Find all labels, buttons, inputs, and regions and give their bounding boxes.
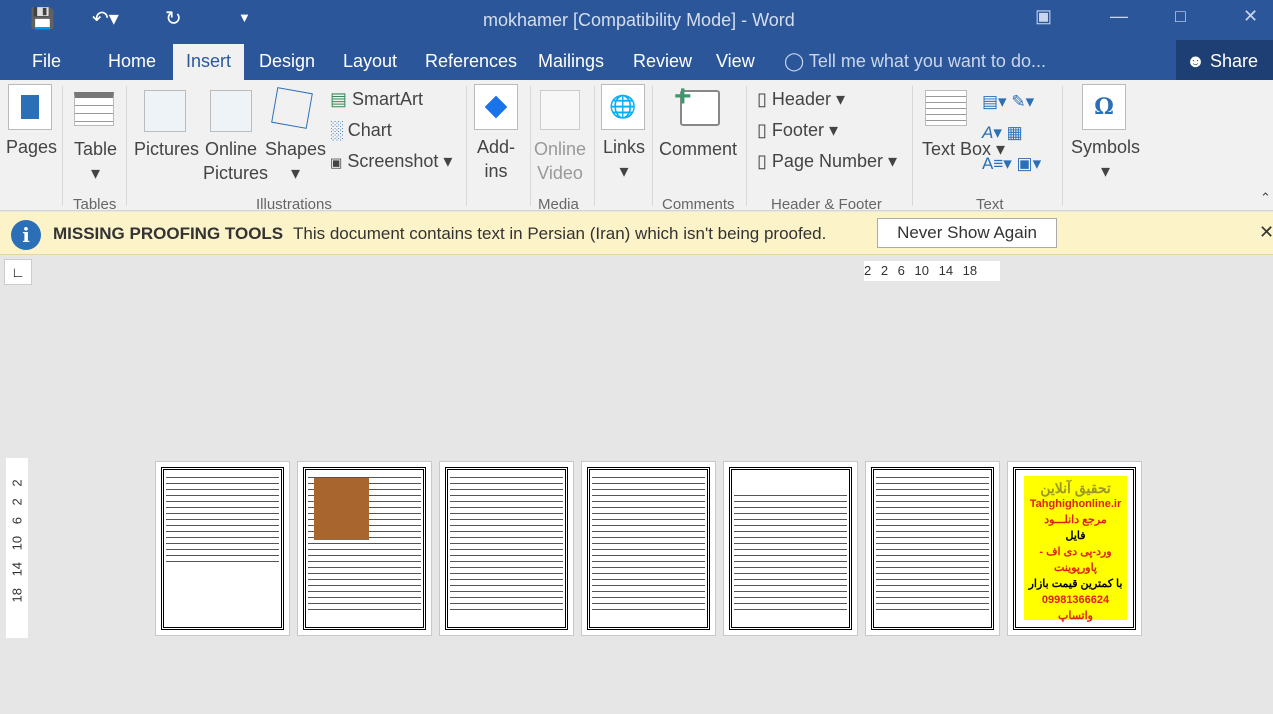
addins-button[interactable]: Add-ins (474, 135, 518, 183)
page-number-icon: ▯ (757, 151, 767, 171)
tab-file[interactable]: File (32, 51, 61, 72)
collapse-ribbon-icon[interactable]: ⌃ (1260, 190, 1271, 206)
pictures-button[interactable]: Pictures (134, 137, 199, 161)
separator (652, 86, 653, 206)
window-title: mokhamer [Compatibility Mode] - Word (483, 10, 795, 30)
message-text: This document contains text in Persian (… (293, 224, 827, 243)
share-label: Share (1209, 51, 1259, 71)
ribbon-tabs: File Home Insert Design Layout Reference… (0, 40, 1273, 80)
smartart-button[interactable]: ▤ SmartArt (330, 87, 423, 111)
separator (126, 86, 127, 206)
links-button[interactable]: Links ▾ (603, 135, 645, 183)
ribbon-display-icon[interactable]: ▣ (1035, 6, 1052, 27)
close-message-icon[interactable]: ✕ (1259, 222, 1273, 243)
page-thumbnail[interactable] (723, 461, 858, 636)
separator (746, 86, 747, 206)
page-number-button[interactable]: ▯ Page Number ▾ (757, 149, 897, 173)
separator (1062, 86, 1063, 206)
separator (466, 86, 467, 206)
message-bar: i MISSING PROOFING TOOLS This document c… (0, 212, 1273, 255)
screenshot-button[interactable]: ▣ Screenshot ▾ (330, 149, 452, 175)
undo-icon[interactable]: ↶▾ (92, 6, 119, 31)
share-button[interactable]: ☻ Share (1176, 40, 1273, 80)
page-thumbnail[interactable] (581, 461, 716, 636)
chart-icon: ░ (330, 120, 343, 140)
header-button[interactable]: ▯ Header ▾ (757, 87, 845, 111)
tell-me-text: Tell me what you want to do... (808, 51, 1046, 71)
title-bar: 💾 ↶▾ ↻ ▼ mokhamer [Compatibility Mode] -… (0, 0, 1273, 40)
online-video-button[interactable]: Online Video (533, 137, 587, 185)
tell-me-search[interactable]: ◯ Tell me what you want to do... (784, 51, 1046, 72)
page-thumbnail[interactable]: تحقیق آنلاین Tahghighonline.ir مرجع دانل… (1007, 461, 1142, 636)
redo-icon[interactable]: ↻ (165, 6, 182, 31)
page-thumbnail[interactable] (297, 461, 432, 636)
pages-button[interactable]: Pages (6, 135, 57, 159)
group-illustrations: Illustrations (256, 196, 332, 213)
text-box-icon (925, 90, 967, 126)
tab-view[interactable]: View (716, 51, 755, 72)
group-text: Text (976, 196, 1004, 213)
store-icon (474, 84, 518, 130)
group-media: Media (538, 196, 579, 213)
page-thumbnail[interactable] (439, 461, 574, 636)
customize-toolbar-icon[interactable]: ▼ (238, 10, 251, 25)
comment-button[interactable]: Comment (659, 137, 737, 161)
person-add-icon: ☻ (1186, 51, 1205, 71)
camera-icon: ▣ (330, 155, 343, 170)
tab-mailings[interactable]: Mailings (538, 51, 604, 72)
close-icon[interactable]: ✕ (1243, 6, 1258, 27)
header-icon: ▯ (757, 89, 767, 109)
advertisement-image: تحقیق آنلاین Tahghighonline.ir مرجع دانل… (1024, 476, 1127, 622)
shapes-button[interactable]: Shapes ▾ (265, 137, 326, 185)
pages-icon (8, 84, 52, 130)
footer-icon: ▯ (757, 120, 767, 140)
group-header-footer: Header & Footer (771, 196, 882, 213)
page-image (314, 478, 369, 540)
pictures-icon (144, 90, 186, 132)
vertical-ruler[interactable]: 18 14 10 6 2 2 (6, 458, 28, 638)
tab-layout[interactable]: Layout (343, 51, 397, 72)
video-icon (540, 90, 580, 130)
group-tables: Tables (73, 196, 117, 213)
smartart-icon: ▤ (330, 89, 348, 109)
separator (530, 86, 531, 206)
separator (912, 86, 913, 206)
tab-review[interactable]: Review (633, 51, 692, 72)
save-icon[interactable]: 💾 (30, 6, 55, 31)
omega-icon: Ω (1082, 84, 1126, 130)
group-comments: Comments (662, 196, 735, 213)
separator (594, 86, 595, 206)
table-button[interactable]: Table ▾ (74, 137, 117, 185)
shapes-icon (271, 87, 313, 129)
info-icon: i (11, 220, 41, 250)
comment-icon: + (674, 80, 720, 126)
never-show-again-button[interactable]: Never Show Again (877, 218, 1057, 248)
tab-home[interactable]: Home (108, 51, 156, 72)
links-icon: 🌐 (601, 84, 645, 130)
tab-references[interactable]: References (425, 51, 517, 72)
page-thumbnail[interactable] (865, 461, 1000, 636)
minimize-icon[interactable]: — (1110, 6, 1128, 27)
ribbon: Pages Table ▾ Tables Pictures Online Pict… (0, 80, 1273, 213)
online-pictures-icon (210, 90, 252, 132)
footer-button[interactable]: ▯ Footer ▾ (757, 118, 838, 142)
horizontal-ruler[interactable]: 2 2 6 10 14 18 (864, 261, 1000, 281)
message-title: MISSING PROOFING TOOLS (53, 224, 284, 243)
page-thumbnail[interactable] (155, 461, 290, 636)
maximize-icon[interactable]: □ (1175, 6, 1186, 27)
symbols-button[interactable]: Symbols ▾ (1071, 135, 1140, 183)
tab-insert[interactable]: Insert (173, 44, 245, 80)
separator (62, 86, 63, 206)
text-tools-icons[interactable]: ▤▾ ✎▾ A▾ ▦ A≡▾ ▣▾ (982, 86, 1041, 179)
chart-button[interactable]: ░ Chart (330, 118, 392, 142)
tab-design[interactable]: Design (259, 51, 315, 72)
online-pictures-button[interactable]: Online Pictures (203, 137, 268, 185)
lightbulb-icon: ◯ (784, 51, 805, 71)
tab-selector[interactable]: ∟ (4, 259, 32, 285)
table-icon (74, 92, 114, 126)
